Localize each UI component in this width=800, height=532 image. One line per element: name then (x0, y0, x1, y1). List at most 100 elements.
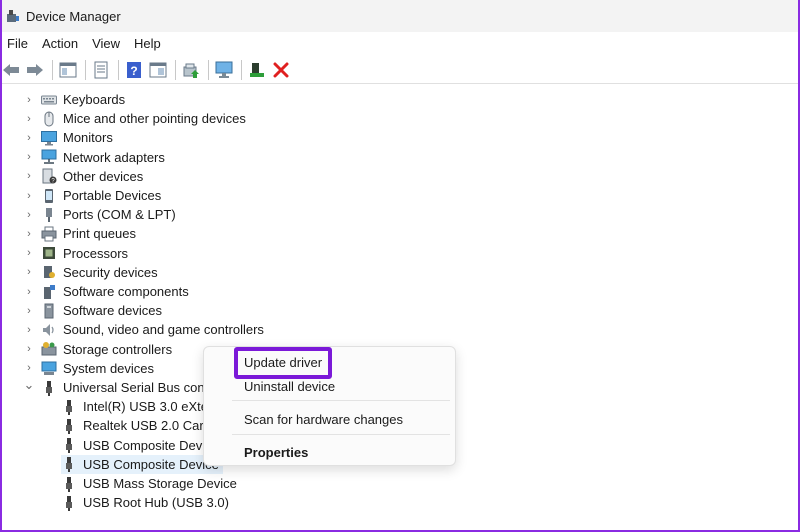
processor-icon (41, 245, 57, 261)
help-icon[interactable]: ? (123, 59, 145, 81)
tree-device-item[interactable]: USB Root Hub (USB 3.0) (61, 493, 233, 512)
chevron-right-icon[interactable]: › (24, 167, 34, 186)
tree-category-label: System devices (63, 360, 155, 376)
tree-category-label: Network adapters (63, 149, 165, 165)
tree-device-item[interactable]: USB Composite Device (61, 454, 223, 474)
tree-category-label: Other devices (63, 168, 144, 184)
tree-category[interactable]: › Print queues (24, 224, 136, 243)
svg-text:?: ? (130, 64, 137, 78)
tree-category[interactable]: › Software devices (24, 301, 162, 320)
tree-device-item[interactable]: Intel(R) USB 3.0 eXten (61, 397, 219, 416)
tree-category-label: Software components (63, 284, 189, 299)
tree-device-label: Realtek USB 2.0 Card (83, 418, 211, 434)
tree-category[interactable]: ›? Other devices (24, 167, 143, 186)
usb-icon (61, 418, 77, 434)
menu-view[interactable]: View (85, 32, 127, 56)
tree-device-item[interactable]: Realtek USB 2.0 Card (61, 416, 215, 435)
tree-category[interactable]: › System devices (24, 359, 154, 378)
tree-device-item[interactable]: USB Composite Devic (61, 436, 216, 455)
menu-file[interactable]: File (0, 32, 35, 56)
chevron-right-icon[interactable]: › (24, 282, 34, 301)
security-icon (41, 264, 57, 280)
usb-icon (41, 380, 57, 396)
menu-action[interactable]: Action (35, 32, 85, 56)
chevron-right-icon[interactable]: › (24, 340, 34, 359)
menu-uninstall-device[interactable]: Uninstall device (244, 379, 335, 394)
storage-icon (41, 341, 57, 357)
back-arrow-icon[interactable] (0, 59, 22, 81)
network-icon (41, 149, 57, 165)
view-icon[interactable] (147, 59, 169, 81)
chevron-right-icon[interactable]: › (24, 109, 34, 128)
system-icon (41, 360, 57, 376)
usb-icon (61, 399, 77, 415)
tree-category[interactable]: › Sound, video and game controllers (24, 320, 264, 339)
chevron-right-icon[interactable]: › (24, 148, 34, 167)
tree-category-label: Keyboards (63, 92, 126, 107)
keyboard-icon (41, 92, 57, 108)
window-title: Device Manager (26, 8, 121, 24)
mouse-icon (41, 111, 57, 127)
toolbar: ? (0, 56, 800, 84)
tree-category[interactable]: ⌄ Universal Serial Bus contr (24, 375, 213, 397)
menu-scan-hardware[interactable]: Scan for hardware changes (244, 412, 403, 427)
update-driver-icon[interactable] (180, 59, 202, 81)
tree-device-item[interactable]: USB Mass Storage Device (61, 474, 241, 493)
tree-category-label: Sound, video and game controllers (63, 322, 264, 338)
usb-icon (61, 495, 77, 511)
menu-properties[interactable]: Properties (244, 445, 308, 460)
chevron-down-icon[interactable]: ⌄ (24, 375, 35, 394)
toolbar-separator (118, 59, 119, 80)
tree-device[interactable]: USB Composite Devic (61, 436, 216, 455)
menu-help[interactable]: Help (127, 32, 168, 56)
tree-category[interactable]: › Storage controllers (24, 340, 172, 359)
tree-device-label: USB Composite Device (83, 456, 219, 472)
chevron-right-icon[interactable]: › (24, 224, 34, 243)
menu-separator (232, 400, 450, 401)
context-menu: Update driver Uninstall device Scan for … (203, 346, 456, 466)
forward-arrow-icon[interactable] (24, 59, 46, 81)
toolbar-separator (175, 59, 176, 80)
chevron-right-icon[interactable]: › (24, 320, 34, 339)
properties-icon[interactable] (90, 59, 112, 81)
tree-category-label: Print queues (63, 226, 136, 242)
tree-category[interactable]: › Processors (24, 244, 128, 263)
monitor-icon (41, 130, 57, 146)
tree-device-label: USB Mass Storage Device (83, 476, 237, 491)
tree-category[interactable]: › Software components (24, 282, 189, 301)
software-device-icon (41, 303, 57, 319)
tree-category[interactable]: › Portable Devices (24, 186, 161, 205)
tree-category[interactable]: › Monitors (24, 128, 113, 147)
enable-device-icon[interactable] (246, 59, 268, 81)
tree-category[interactable]: › Ports (COM & LPT) (24, 205, 176, 224)
tree-device[interactable]: USB Root Hub (USB 3.0) (61, 493, 233, 512)
tree-category[interactable]: › Security devices (24, 263, 158, 282)
tree-category-label: Software devices (63, 303, 162, 319)
tree-device[interactable]: Realtek USB 2.0 Card (61, 416, 215, 435)
toolbar-separator (241, 59, 242, 80)
tree-category[interactable]: › Mice and other pointing devices (24, 109, 246, 128)
tree-category-label: Portable Devices (63, 188, 162, 203)
chevron-right-icon[interactable]: › (24, 90, 34, 109)
tree-category-label: Security devices (63, 264, 158, 280)
chevron-right-icon[interactable]: › (24, 301, 34, 320)
tree-device[interactable]: USB Mass Storage Device (61, 474, 241, 493)
tree-device[interactable]: USB Composite Device (61, 454, 223, 474)
portable-device-icon (41, 188, 57, 204)
usb-icon (61, 437, 77, 454)
scan-hardware-icon[interactable] (213, 59, 235, 81)
menu-bar: File Action View Help (0, 32, 800, 56)
tree-category[interactable]: › Network adapters (24, 148, 165, 167)
tree-device[interactable]: Intel(R) USB 3.0 eXten (61, 397, 219, 416)
chevron-right-icon[interactable]: › (24, 186, 34, 205)
show-hide-tree-icon[interactable] (57, 59, 79, 81)
tree-category[interactable]: › Keyboards (24, 90, 125, 109)
chevron-right-icon[interactable]: › (24, 263, 34, 282)
chevron-right-icon[interactable]: › (24, 128, 34, 147)
speaker-icon (41, 322, 57, 338)
device-manager-app-icon (6, 9, 20, 23)
uninstall-icon[interactable] (270, 59, 292, 81)
chevron-right-icon[interactable]: › (24, 244, 34, 263)
port-icon (41, 207, 57, 223)
chevron-right-icon[interactable]: › (24, 205, 34, 224)
